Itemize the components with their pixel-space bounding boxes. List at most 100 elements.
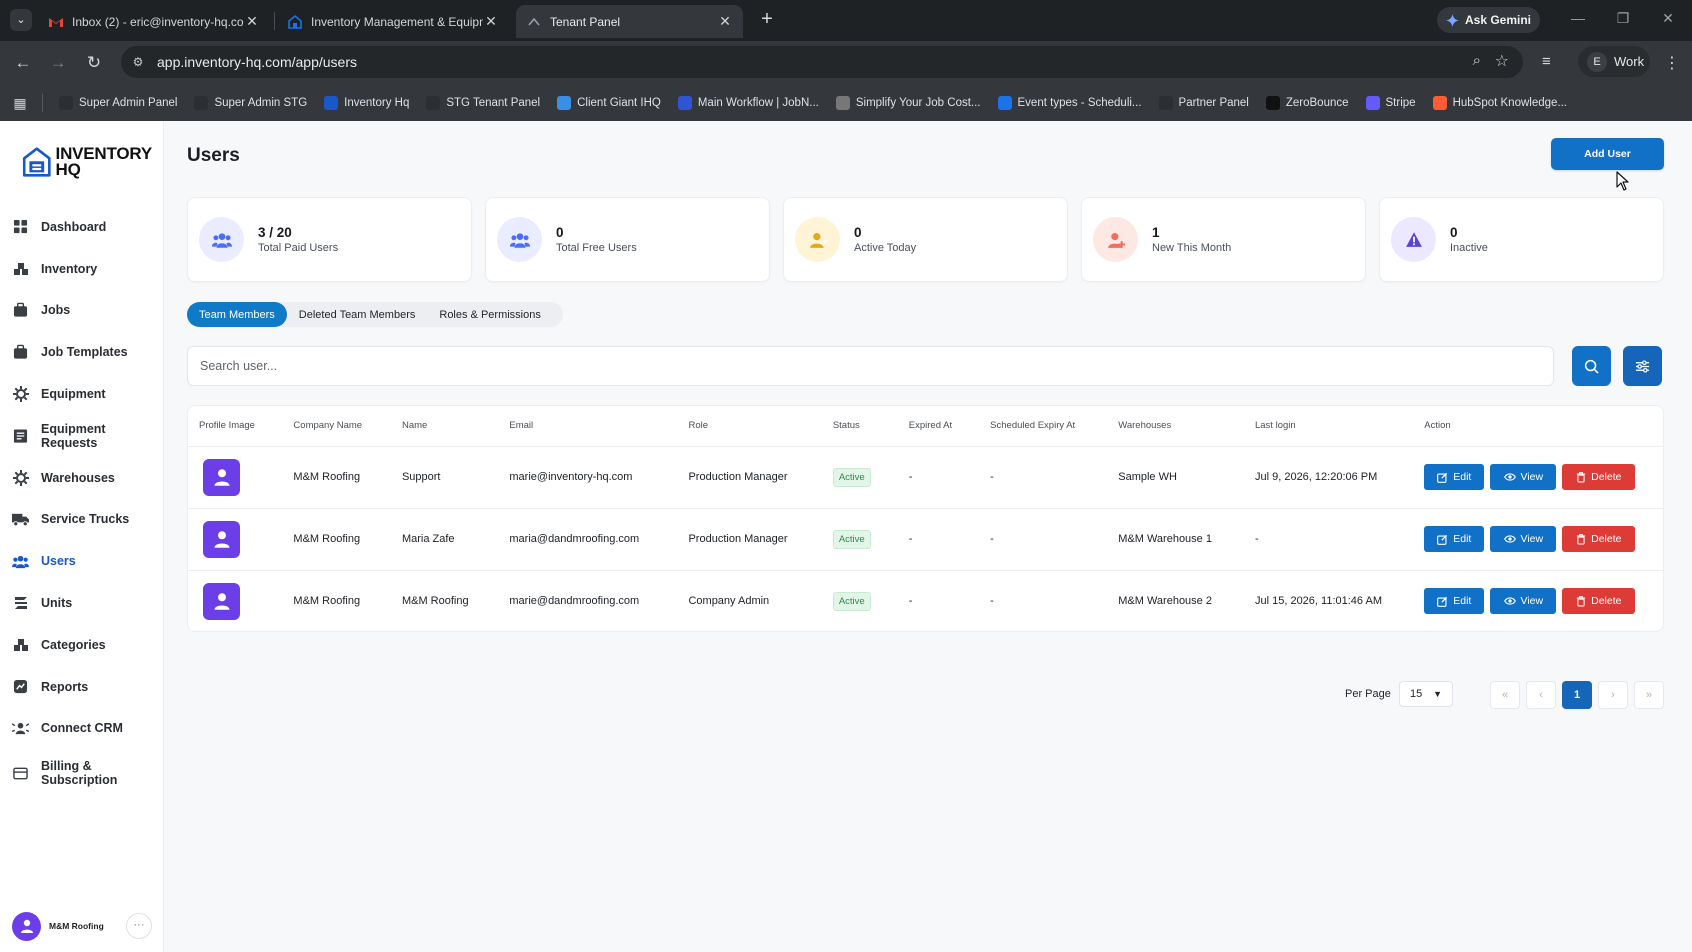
users-table-card: Profile Image Company Name Name Email Role St… [187,405,1664,632]
close-tab-icon[interactable]: ✕ [717,13,733,30]
browser-tab-inventory[interactable]: Inventory Management & Equipment ✕ [277,5,509,38]
scheduled-expiry-cell: - [979,446,1108,509]
sidebar-item-units[interactable]: Units [0,582,164,624]
profile-label: Work [1614,54,1645,69]
sidebar-item-label: Billing & Subscription [41,759,118,788]
url-text[interactable]: app.inventory-hq.com/app/users [157,54,357,70]
close-window-icon[interactable]: ✕ [1658,10,1678,27]
bookmark-item[interactable]: Super Admin STG [194,95,307,110]
minimize-window-icon[interactable]: — [1568,10,1588,26]
bookmark-item[interactable]: ZeroBounce [1265,95,1349,110]
current-page-button[interactable]: 1 [1562,681,1592,709]
bookmark-star-icon[interactable]: ☆ [1495,51,1509,71]
column-header: Role [677,406,822,447]
bookmark-item[interactable]: Main Workflow | JobN... [677,95,819,110]
row-actions: Edit View Delete [1424,526,1663,552]
close-tab-icon[interactable]: ✕ [244,13,260,30]
new-tab-button[interactable]: + [755,8,779,32]
profile-button[interactable]: E Work [1578,46,1650,77]
job-templates-icon [12,344,29,361]
role-cell: Company Admin [688,595,770,608]
browser-toolbar: ← → ↻ ⚙ app.inventory-hq.com/app/users ⌕… [0,41,1692,84]
sidebar-user[interactable]: M&M Roofing ··· [12,911,152,941]
last-page-button[interactable]: » [1634,681,1664,709]
close-tab-icon[interactable]: ✕ [483,13,499,30]
edit-button[interactable]: Edit [1424,464,1485,490]
browser-tab-tenant-panel[interactable]: Tenant Panel ✕ [516,5,743,38]
trash-icon [1576,533,1586,544]
sidebar-item-connect-crm[interactable]: Connect CRM [0,708,164,750]
sidebar-item-users[interactable]: Users [0,540,164,582]
users-icon [12,553,29,570]
address-bar[interactable]: ⚙ app.inventory-hq.com/app/users ⌕ ☆ [121,46,1523,78]
bookmark-item[interactable]: HubSpot Knowledge... [1432,95,1567,110]
more-options-icon[interactable]: ··· [126,913,152,939]
site-settings-icon[interactable]: ⚙ [129,53,147,71]
search-button[interactable] [1572,346,1611,386]
tab-search-button[interactable]: ⌄ [10,9,32,31]
sidebar-item-service-trucks[interactable]: Service Trucks [0,499,164,541]
ask-gemini-button[interactable]: Ask Gemini [1437,7,1540,33]
edit-icon [1437,596,1448,607]
prev-page-button[interactable]: ‹ [1526,681,1556,709]
view-button[interactable]: View [1490,526,1557,552]
brand-logo[interactable]: INVENTORY HQ [22,141,152,183]
bookmark-item[interactable]: Stripe [1365,95,1416,110]
browser-tab-gmail[interactable]: Inbox (2) - eric@inventory-hq.com ✕ [38,5,270,38]
bookmark-item[interactable]: Super Admin Panel [59,95,177,110]
tab-deleted-team-members[interactable]: Deleted Team Members [287,302,428,327]
sidebar-item-equipment[interactable]: Equipment [0,373,164,415]
sidebar-item-equipment-requests[interactable]: Equipment Requests [0,415,164,457]
restore-window-icon[interactable]: ❐ [1613,10,1633,27]
sidebar-item-categories[interactable]: Categories [0,624,164,666]
truck-icon [12,511,29,528]
edit-button[interactable]: Edit [1424,588,1485,615]
bookmark-item[interactable]: Client Giant IHQ [557,95,661,110]
bookmark-favicon-icon [557,95,572,110]
tab-team-members[interactable]: Team Members [187,302,287,327]
edit-button[interactable]: Edit [1424,526,1485,552]
column-header: Action [1413,406,1663,447]
bookmark-favicon-icon [677,95,692,110]
first-page-button[interactable]: « [1490,681,1520,709]
sidebar-item-billing-and-subscription[interactable]: Billing & Subscription [0,749,164,797]
filter-button[interactable] [1623,346,1662,386]
reload-icon[interactable]: ↻ [83,52,105,74]
sidebar-item-dashboard[interactable]: Dashboard [0,206,164,248]
reading-list-icon[interactable]: ≡ [1542,53,1551,70]
browser-menu-icon[interactable]: ⋮ [1664,53,1680,73]
add-user-button[interactable]: Add User [1551,138,1664,170]
stat-label: Inactive [1450,242,1488,254]
search-input[interactable] [187,346,1554,386]
bookmark-item[interactable]: Simplify Your Job Cost... [835,95,981,110]
view-button[interactable]: View [1490,588,1557,615]
stat-card-total-free-users: 0 Total Free Users [485,197,770,282]
tab-roles-and-permissions[interactable]: Roles & Permissions [427,302,552,327]
sidebar-item-inventory[interactable]: Inventory [0,248,164,290]
sidebar-item-reports[interactable]: Reports [0,666,164,708]
zoom-icon[interactable]: ⌕ [1473,52,1481,69]
bookmark-item[interactable]: Inventory Hq [324,95,409,110]
bookmark-item[interactable]: STG Tenant Panel [426,95,540,110]
forward-icon[interactable]: → [47,52,69,74]
bookmarks-bar: ▦ Super Admin Panel Super Admin STG Invent… [0,84,1692,121]
delete-button[interactable]: Delete [1562,526,1636,552]
per-page-select[interactable]: 15 ▼ [1399,681,1453,707]
delete-button[interactable]: Delete [1562,588,1636,615]
sidebar-item-label: Users [41,554,76,569]
bookmark-item[interactable]: Partner Panel [1158,95,1249,110]
back-icon[interactable]: ← [12,52,34,74]
sidebar-item-job-templates[interactable]: Job Templates [0,331,164,373]
sidebar-item-warehouses[interactable]: Warehouses [0,457,164,499]
per-page-label: Per Page [1345,688,1391,700]
apps-grid-icon[interactable]: ▦ [12,95,28,111]
next-page-button[interactable]: › [1598,681,1628,709]
eye-icon [1503,597,1516,605]
bookmark-favicon-icon [1432,95,1447,110]
sidebar-item-jobs[interactable]: Jobs [0,290,164,332]
delete-button[interactable]: Delete [1562,464,1636,490]
bookmark-item[interactable]: Event types - Scheduli... [997,95,1142,110]
view-button[interactable]: View [1490,464,1557,490]
user-tabs: Team Members Deleted Team Members Roles & … [187,302,563,327]
sidebar-item-label: Warehouses [41,470,115,485]
